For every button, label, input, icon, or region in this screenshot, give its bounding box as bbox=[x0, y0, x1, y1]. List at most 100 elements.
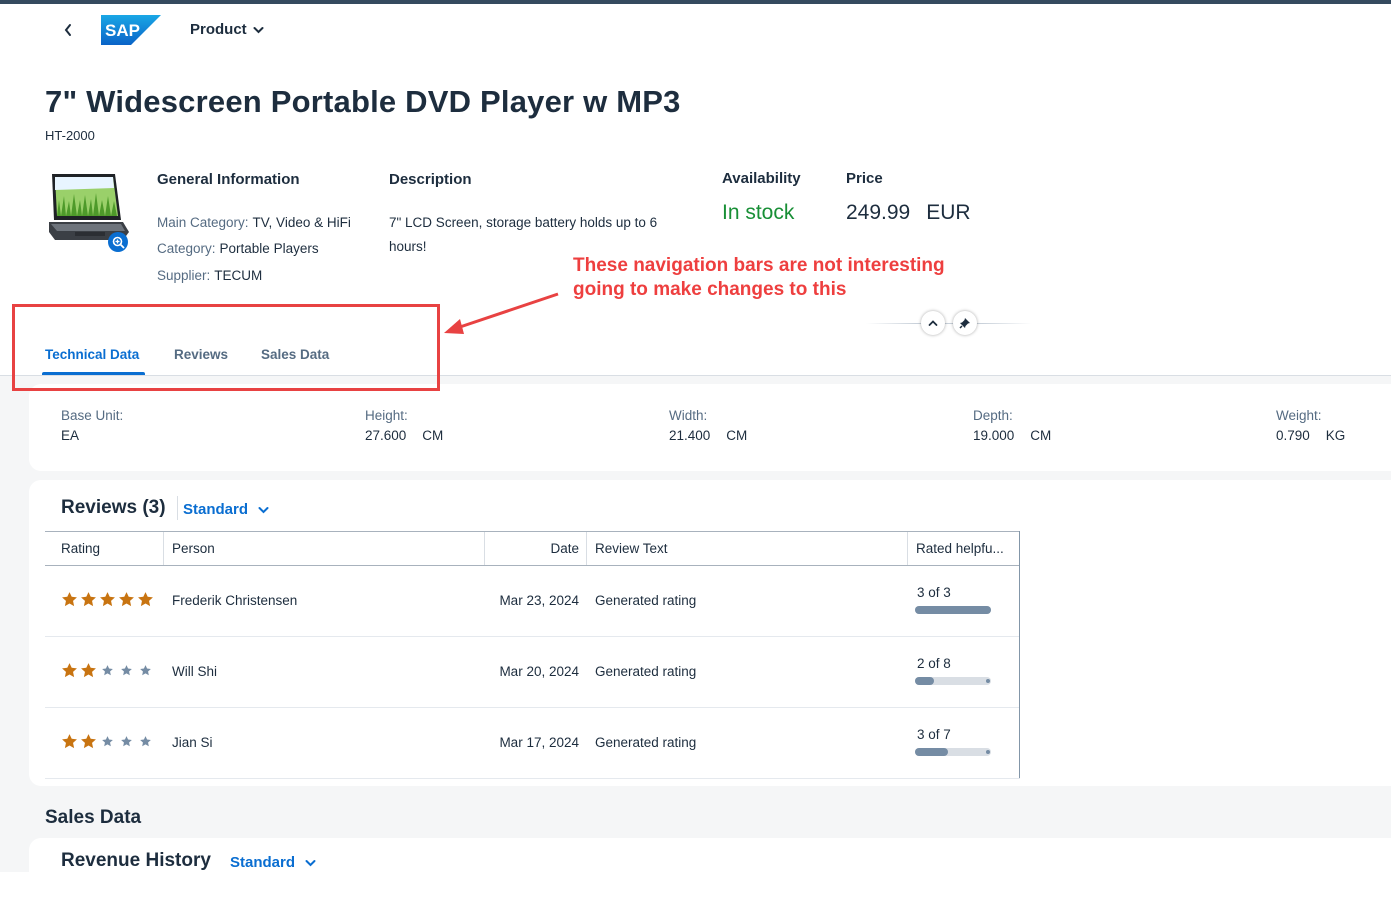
star-icon bbox=[140, 665, 151, 676]
helpful-count: 3 of 3 bbox=[917, 585, 951, 600]
annotation-line-2: going to make changes to this bbox=[573, 279, 847, 300]
height-unit: CM bbox=[422, 428, 444, 443]
column-header-review-text[interactable]: Review Text bbox=[595, 541, 668, 556]
star-icon bbox=[121, 736, 132, 747]
svg-text:SAP: SAP bbox=[105, 21, 140, 40]
height-label: Height: bbox=[365, 408, 408, 423]
price-heading: Price bbox=[846, 170, 883, 187]
price-amount: 249.99 bbox=[846, 201, 911, 224]
depth-field: 19.000 CM bbox=[973, 428, 1051, 443]
supplier-value: TECUM bbox=[214, 268, 263, 283]
column-header-date[interactable]: Date bbox=[550, 541, 579, 556]
person-cell: Jian Si bbox=[172, 735, 213, 750]
depth-label: Depth: bbox=[973, 408, 1013, 423]
chevron-down-icon bbox=[253, 26, 264, 33]
column-divider[interactable] bbox=[163, 532, 164, 565]
width-label: Width: bbox=[669, 408, 708, 423]
general-info-heading: General Information bbox=[157, 171, 300, 188]
supplier-field: Supplier: TECUM bbox=[157, 268, 262, 283]
description-text: 7" LCD Screen, storage battery holds up … bbox=[389, 215, 658, 254]
progress-end-dot bbox=[986, 679, 990, 683]
star-icon bbox=[62, 663, 77, 678]
progress-end-dot bbox=[986, 608, 990, 612]
base-unit-value: EA bbox=[61, 428, 80, 443]
table-right-border bbox=[1019, 531, 1020, 778]
supplier-label: Supplier: bbox=[157, 268, 211, 283]
width-unit: CM bbox=[726, 428, 748, 443]
date-cell: Mar 17, 2024 bbox=[499, 735, 579, 750]
main-category-field: Main Category: TV, Video & HiFi bbox=[157, 215, 351, 230]
helpful-count: 3 of 7 bbox=[917, 727, 951, 742]
date-cell: Mar 20, 2024 bbox=[499, 664, 579, 679]
availability-heading: Availability bbox=[722, 170, 801, 187]
review-text-cell: Generated rating bbox=[595, 664, 697, 679]
zoom-image-button[interactable] bbox=[108, 232, 128, 252]
revenue-variant-select[interactable]: Standard bbox=[230, 854, 316, 871]
product-menu-button[interactable]: Product bbox=[190, 21, 264, 38]
pin-icon bbox=[959, 318, 970, 329]
header-divider bbox=[866, 323, 1032, 324]
annotation-arrow bbox=[444, 292, 559, 334]
weight-value: 0.790 bbox=[1276, 428, 1310, 443]
chevron-left-icon bbox=[64, 24, 71, 36]
star-icon bbox=[140, 736, 151, 747]
star-icon bbox=[138, 592, 153, 607]
review-text-cell: Generated rating bbox=[595, 593, 697, 608]
width-field: 21.400 CM bbox=[669, 428, 747, 443]
star-icon bbox=[100, 592, 115, 607]
column-divider[interactable] bbox=[484, 532, 485, 565]
sap-logo[interactable]: SAP bbox=[101, 15, 161, 45]
star-icon bbox=[62, 592, 77, 607]
category-value: Portable Players bbox=[219, 241, 319, 256]
height-field: 27.600 CM bbox=[365, 428, 443, 443]
product-id: HT-2000 bbox=[45, 128, 95, 143]
helpful-count: 2 of 8 bbox=[917, 656, 951, 671]
annotation-line-1: These navigation bars are not interestin… bbox=[573, 255, 945, 276]
reviews-variant-select[interactable]: Standard bbox=[183, 501, 269, 518]
shell-bar: SAP Product bbox=[0, 4, 1391, 56]
price-value: 249.99 EUR bbox=[846, 201, 971, 225]
helpful-progress-bar bbox=[915, 748, 991, 756]
revenue-history-title: Revenue History bbox=[61, 850, 211, 871]
weight-unit: KG bbox=[1325, 428, 1346, 443]
weight-label: Weight: bbox=[1276, 408, 1322, 423]
column-header-person[interactable]: Person bbox=[172, 541, 215, 556]
depth-value: 19.000 bbox=[973, 428, 1015, 443]
helpful-progress-fill bbox=[915, 606, 991, 614]
table-row[interactable]: Jian Si Mar 17, 2024 Generated rating 3 … bbox=[45, 707, 1020, 779]
variant-label: Standard bbox=[183, 501, 249, 518]
width-value: 21.400 bbox=[669, 428, 711, 443]
category-field: Category: Portable Players bbox=[157, 241, 319, 256]
description-heading: Description bbox=[389, 171, 472, 188]
zoom-in-icon bbox=[112, 236, 125, 249]
page-title: 7" Widescreen Portable DVD Player w MP3 bbox=[45, 84, 681, 119]
table-header: Rating Person Date Review Text Rated hel… bbox=[45, 531, 1020, 566]
helpful-progress-bar bbox=[915, 677, 991, 685]
star-icon bbox=[102, 665, 113, 676]
helpful-progress-fill bbox=[915, 677, 934, 685]
star-icon bbox=[81, 663, 96, 678]
person-cell: Will Shi bbox=[172, 664, 218, 679]
column-divider[interactable] bbox=[586, 532, 587, 565]
category-label: Category: bbox=[157, 241, 216, 256]
progress-end-dot bbox=[986, 750, 990, 754]
height-value: 27.600 bbox=[365, 428, 407, 443]
main-category-label: Main Category: bbox=[157, 215, 249, 230]
star-rating bbox=[61, 733, 154, 750]
star-icon bbox=[121, 665, 132, 676]
table-row[interactable]: Will Shi Mar 20, 2024 Generated rating 2… bbox=[45, 636, 1020, 708]
table-row[interactable]: Frederik Christensen Mar 23, 2024 Genera… bbox=[45, 565, 1020, 637]
price-currency: EUR bbox=[926, 201, 971, 224]
back-button[interactable] bbox=[56, 18, 80, 42]
column-header-rated-helpful[interactable]: Rated helpfu... bbox=[916, 541, 1004, 556]
star-icon bbox=[81, 592, 96, 607]
star-icon bbox=[81, 734, 96, 749]
chevron-down-icon bbox=[305, 859, 316, 866]
column-header-rating[interactable]: Rating bbox=[61, 541, 100, 556]
star-rating bbox=[61, 591, 154, 608]
sales-data-heading: Sales Data bbox=[45, 807, 142, 828]
star-rating bbox=[61, 662, 154, 679]
person-cell: Frederik Christensen bbox=[172, 593, 298, 608]
column-divider[interactable] bbox=[907, 532, 908, 565]
star-icon bbox=[119, 592, 134, 607]
